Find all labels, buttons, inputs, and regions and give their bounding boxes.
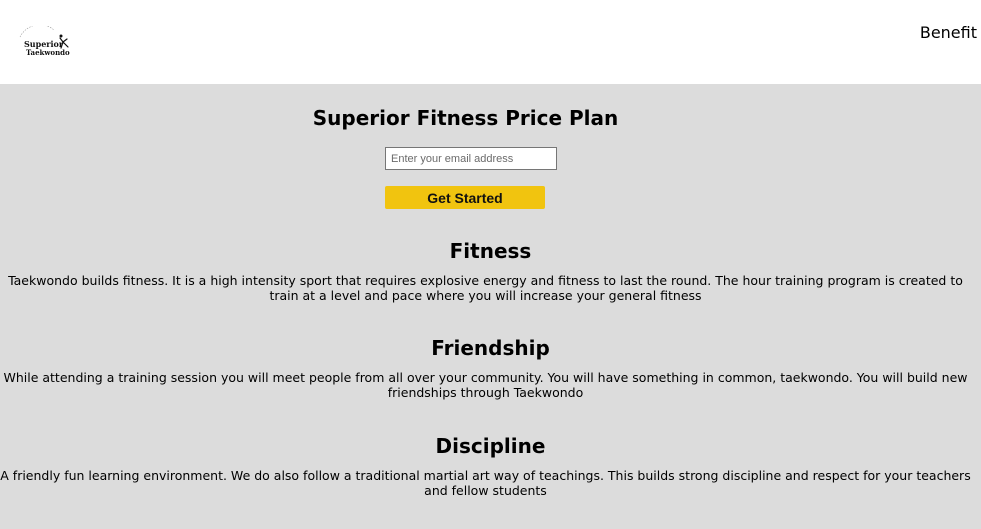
logo-image: Superior Taekwondo	[19, 26, 70, 57]
email-field[interactable]	[385, 147, 557, 170]
section-fitness: Fitness Taekwondo builds fitness. It is …	[0, 239, 981, 303]
section-friendship: Friendship While attending a training se…	[0, 336, 981, 400]
nav-link-benefit[interactable]: Benefit	[920, 23, 977, 42]
section-title: Friendship	[431, 336, 550, 360]
get-started-button[interactable]: Get Started	[385, 186, 545, 209]
page-title: Superior Fitness Price Plan	[312, 106, 619, 130]
section-body: While attending a training session you w…	[3, 370, 968, 400]
section-title: Fitness	[449, 239, 532, 263]
section-body: A friendly fun learning environment. We …	[0, 468, 971, 498]
section-discipline: Discipline A friendly fun learning envir…	[0, 434, 981, 498]
main-content: Superior Fitness Price Plan Get Started …	[0, 84, 981, 529]
logo[interactable]: Superior Taekwondo	[14, 26, 72, 60]
site-header: Superior Taekwondo Benefit	[0, 0, 981, 84]
section-body: Taekwondo builds fitness. It is a high i…	[8, 273, 963, 303]
section-title: Discipline	[435, 434, 546, 458]
svg-text:Taekwondo: Taekwondo	[26, 48, 70, 57]
